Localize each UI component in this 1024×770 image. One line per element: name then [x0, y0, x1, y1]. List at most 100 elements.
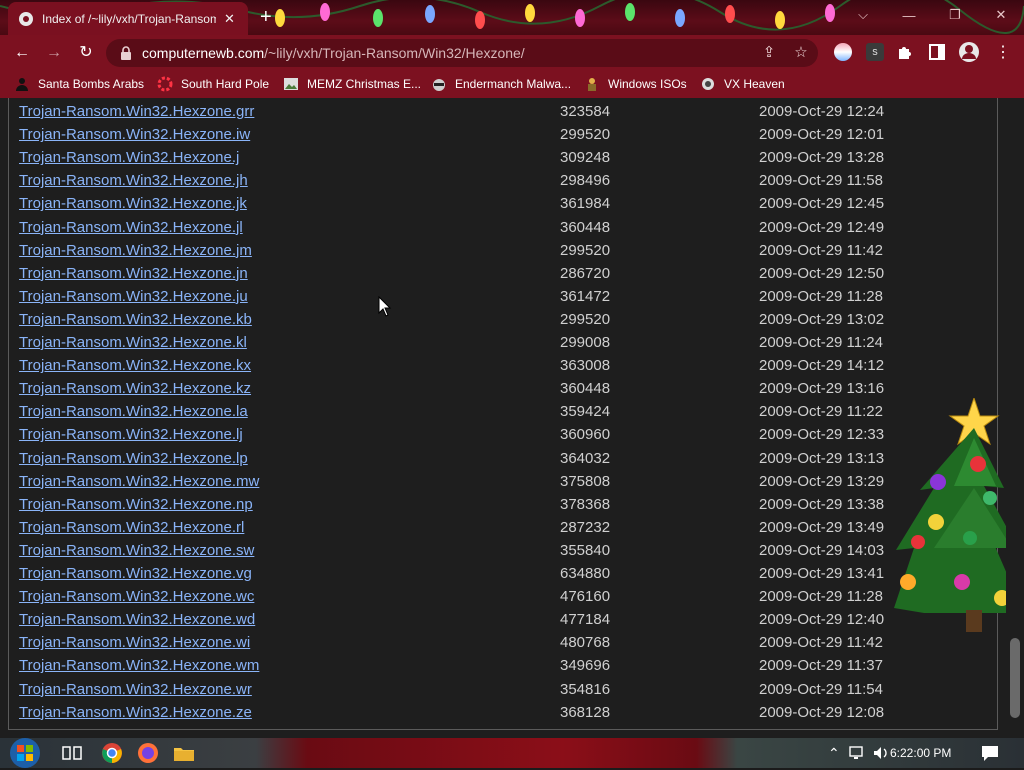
- bookmark-santa-bombs-arabs[interactable]: Santa Bombs Arabs: [14, 75, 144, 93]
- bookmarks-bar: Santa Bombs Arabs South Hard Pole MEMZ C…: [0, 70, 1024, 98]
- listing-row: Trojan-Ransom.Win32.Hexzone.sw 355840 2009…: [19, 539, 919, 562]
- listing-row: Trojan-Ransom.Win32.Hexzone.kx 363008 2009…: [19, 354, 919, 377]
- file-link[interactable]: Trojan-Ransom.Win32.Hexzone.wc: [19, 585, 254, 608]
- start-button-icon[interactable]: [8, 736, 42, 770]
- image-icon: [284, 78, 298, 90]
- bookmark-label: Endermanch Malwa...: [455, 77, 572, 91]
- file-size: 299008: [560, 334, 611, 351]
- file-link[interactable]: Trojan-Ransom.Win32.Hexzone.kz: [19, 377, 251, 400]
- file-link[interactable]: Trojan-Ransom.Win32.Hexzone.kl: [19, 331, 247, 354]
- bookmark-label: Windows ISOs: [608, 77, 687, 91]
- file-link[interactable]: Trojan-Ransom.Win32.Hexzone.jn: [19, 262, 248, 285]
- file-size: 361984: [560, 195, 611, 213]
- file-date: 2009-Oct-29 13:16: [759, 380, 885, 398]
- file-size: 480768: [560, 634, 611, 652]
- site-favicon-icon: [19, 11, 33, 26]
- tab-close-icon[interactable]: ✕: [224, 11, 235, 27]
- action-center-icon[interactable]: [980, 743, 1000, 763]
- file-size: 375808: [560, 472, 611, 490]
- file-link[interactable]: Trojan-Ransom.Win32.Hexzone.rl: [19, 516, 244, 539]
- scrollbar-thumb[interactable]: [1010, 638, 1020, 718]
- file-size: 354816: [560, 680, 611, 698]
- side-panel-icon[interactable]: [928, 43, 946, 61]
- file-explorer-icon[interactable]: [172, 741, 196, 765]
- file-link[interactable]: Trojan-Ransom.Win32.Hexzone.vg: [19, 562, 252, 585]
- file-date: 2009-Oct-29 14:03: [759, 541, 885, 559]
- bookmark-endermanch-malware[interactable]: Endermanch Malwa...: [431, 75, 571, 93]
- file-link[interactable]: Trojan-Ransom.Win32.Hexzone.wd: [19, 608, 255, 631]
- restore-button[interactable]: ❐: [932, 0, 978, 30]
- share-icon[interactable]: ⇪: [760, 44, 778, 62]
- extension-s-icon[interactable]: s: [866, 43, 884, 61]
- task-view-icon[interactable]: [60, 741, 84, 765]
- file-link[interactable]: Trojan-Ransom.Win32.Hexzone.lp: [19, 447, 248, 470]
- bookmark-label: Santa Bombs Arabs: [38, 77, 145, 91]
- file-link[interactable]: Trojan-Ransom.Win32.Hexzone.ze: [19, 701, 252, 724]
- extension-flag-icon[interactable]: [834, 43, 852, 61]
- file-date: 2009-Oct-29 11:42: [759, 241, 883, 259]
- url-text: computernewb.com/~lily/vxh/Trojan-Ransom…: [142, 45, 525, 61]
- file-link[interactable]: Trojan-Ransom.Win32.Hexzone.jm: [19, 239, 252, 262]
- profile-avatar-icon[interactable]: [958, 41, 980, 63]
- file-link[interactable]: Trojan-Ransom.Win32.Hexzone.kx: [19, 354, 251, 377]
- bookmark-south-hard-pole[interactable]: South Hard Pole: [157, 75, 269, 93]
- file-link[interactable]: Trojan-Ransom.Win32.Hexzone.wr: [19, 678, 252, 701]
- bookmark-windows-isos[interactable]: Windows ISOs: [584, 75, 687, 93]
- file-link[interactable]: Trojan-Ransom.Win32.Hexzone.la: [19, 400, 248, 423]
- file-date: 2009-Oct-29 12:50: [759, 264, 885, 282]
- file-link[interactable]: Trojan-Ransom.Win32.Hexzone.lj: [19, 423, 243, 446]
- forward-button[interactable]: →: [44, 43, 64, 63]
- file-link[interactable]: Trojan-Ransom.Win32.Hexzone.jl: [19, 216, 243, 239]
- file-size: 299520: [560, 310, 611, 328]
- file-link[interactable]: Trojan-Ransom.Win32.Hexzone.jh: [19, 169, 248, 192]
- file-link[interactable]: Trojan-Ransom.Win32.Hexzone.grr: [19, 100, 254, 123]
- file-link[interactable]: Trojan-Ransom.Win32.Hexzone.ju: [19, 285, 248, 308]
- user-silhouette-icon: [16, 78, 28, 91]
- listing-row: Trojan-Ransom.Win32.Hexzone.ju 361472 2009…: [19, 285, 919, 308]
- new-tab-button[interactable]: +: [260, 7, 272, 27]
- show-hidden-icons-button[interactable]: ⌃: [828, 745, 840, 762]
- page-content: Trojan-Ransom.Win32.Hexzone.grr 323584 200…: [0, 98, 1024, 738]
- tab-search-button[interactable]: ⌵: [840, 0, 886, 30]
- chrome-menu-button[interactable]: ⋮: [993, 43, 1013, 63]
- network-icon[interactable]: [848, 744, 866, 762]
- file-link[interactable]: Trojan-Ransom.Win32.Hexzone.kb: [19, 308, 252, 331]
- bookmark-label: South Hard Pole: [181, 77, 270, 91]
- system-clock[interactable]: 6:22:00 PM: [890, 746, 951, 760]
- url-path: /~lily/vxh/Trojan-Ransom/Win32/Hexzone/: [264, 45, 525, 61]
- minimize-button[interactable]: —: [886, 0, 932, 30]
- listing-row: Trojan-Ransom.Win32.Hexzone.j 309248 2009-…: [19, 146, 919, 169]
- listing-row: Trojan-Ransom.Win32.Hexzone.wm 349696 2009…: [19, 654, 919, 677]
- file-link[interactable]: Trojan-Ransom.Win32.Hexzone.wm: [19, 654, 259, 677]
- file-link[interactable]: Trojan-Ransom.Win32.Hexzone.jk: [19, 192, 247, 215]
- listing-row: Trojan-Ransom.Win32.Hexzone.np 378368 2009…: [19, 493, 919, 516]
- file-link[interactable]: Trojan-Ransom.Win32.Hexzone.mw: [19, 470, 259, 493]
- file-date: 2009-Oct-29 13:28: [759, 149, 885, 167]
- file-link[interactable]: Trojan-Ransom.Win32.Hexzone.sw: [19, 539, 254, 562]
- file-date: 2009-Oct-29 12:33: [759, 426, 885, 444]
- back-button[interactable]: ←: [12, 43, 32, 63]
- file-link[interactable]: Trojan-Ransom.Win32.Hexzone.np: [19, 493, 253, 516]
- firefox-taskbar-icon[interactable]: [136, 741, 160, 765]
- reload-button[interactable]: ↻: [76, 43, 96, 63]
- file-size: 634880: [560, 565, 611, 582]
- file-link[interactable]: Trojan-Ransom.Win32.Hexzone.iw: [19, 123, 250, 146]
- mouse-cursor-icon: [378, 296, 392, 317]
- bookmark-memz-christmas[interactable]: MEMZ Christmas E...: [283, 75, 421, 93]
- file-date: 2009-Oct-29 11:22: [759, 403, 883, 421]
- vertical-scrollbar[interactable]: [1006, 98, 1024, 738]
- active-tab[interactable]: Index of /~lily/vxh/Trojan-Ransom ✕: [8, 2, 248, 35]
- chrome-taskbar-icon[interactable]: [100, 741, 124, 765]
- listing-row: Trojan-Ransom.Win32.Hexzone.kz 360448 2009…: [19, 377, 919, 400]
- file-date: 2009-Oct-29 14:12: [759, 357, 885, 375]
- close-window-button[interactable]: ✕: [978, 0, 1024, 30]
- address-bar[interactable]: computernewb.com/~lily/vxh/Trojan-Ransom…: [106, 39, 818, 67]
- file-link[interactable]: Trojan-Ransom.Win32.Hexzone.wi: [19, 631, 250, 654]
- bookmark-vx-heaven[interactable]: VX Heaven: [700, 75, 785, 93]
- bookmark-star-icon[interactable]: ☆: [792, 44, 810, 62]
- volume-icon[interactable]: [872, 744, 890, 762]
- file-date: 2009-Oct-29 11:37: [759, 657, 883, 675]
- file-date: 2009-Oct-29 12:01: [759, 126, 885, 144]
- extensions-puzzle-icon[interactable]: [896, 43, 914, 61]
- file-link[interactable]: Trojan-Ransom.Win32.Hexzone.j: [19, 146, 239, 169]
